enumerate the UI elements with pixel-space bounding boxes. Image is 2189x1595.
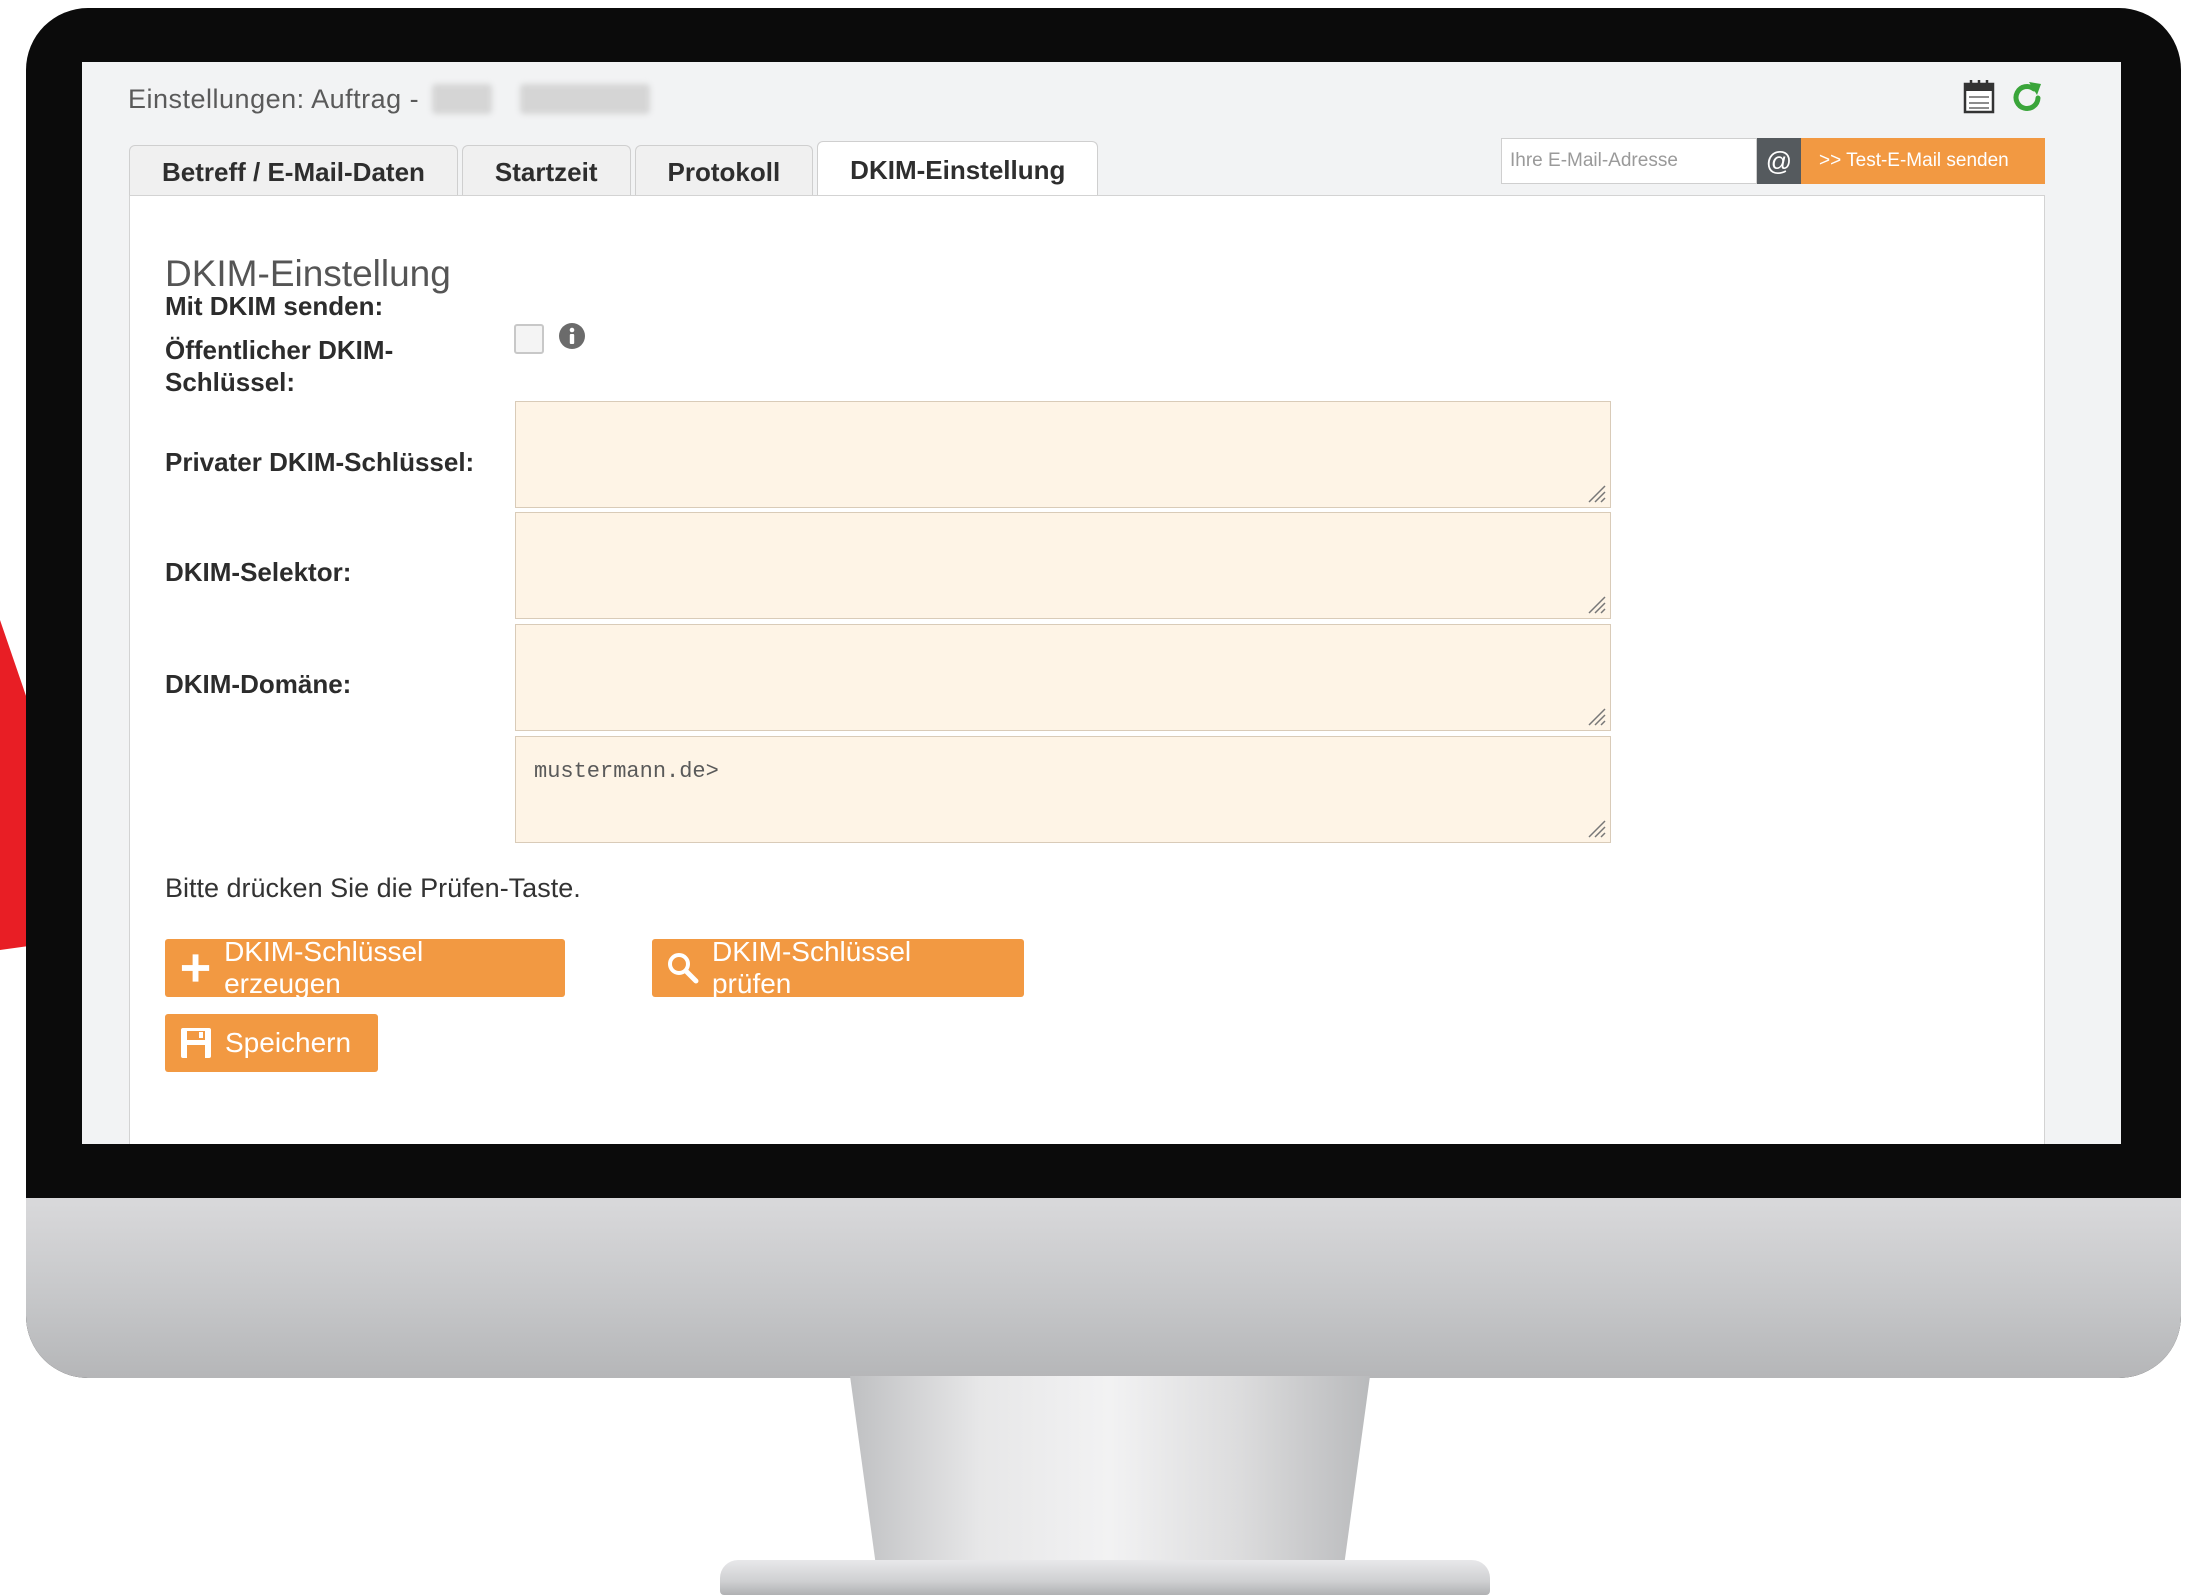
check-dkim-key-button[interactable]: DKIM-Schlüssel prüfen [652, 936, 1024, 999]
monitor-stand [850, 1376, 1370, 1566]
private-key-textarea[interactable] [515, 512, 1611, 619]
page-title: Einstellungen: Auftrag - [128, 84, 420, 114]
tab-subject-email-data[interactable]: Betreff / E-Mail-Daten [129, 145, 458, 199]
redacted-order-name [520, 84, 650, 114]
send-test-email-button[interactable]: >> Test-E-Mail senden [1801, 138, 2045, 184]
info-icon[interactable] [558, 322, 586, 350]
resize-grip-icon[interactable] [1585, 817, 1607, 839]
domain-value: mustermann.de> [534, 759, 719, 784]
app-screen: Einstellungen: Auftrag - Betreff / E-Mai… [82, 62, 2121, 1144]
top-icons [1963, 78, 2045, 119]
public-key-label: Öffentlicher DKIM- Schlüssel: [165, 335, 394, 397]
selector-label: DKIM-Selektor: [165, 557, 352, 587]
test-email-input[interactable] [1502, 139, 1756, 183]
send-with-dkim-label: Mit DKIM senden: [165, 291, 384, 321]
monitor-stand-base [720, 1560, 1490, 1595]
tab-protocol[interactable]: Protokoll [634, 145, 814, 199]
resize-grip-icon[interactable] [1585, 705, 1607, 727]
public-key-textarea[interactable] [515, 401, 1611, 508]
at-icon: @ [1757, 138, 1801, 184]
plus-icon [181, 954, 210, 982]
section-title: DKIM-Einstellung [165, 253, 451, 294]
dkim-settings-panel: DKIM-Einstellung Mit DKIM senden: Öffent… [129, 195, 2045, 1144]
domain-textarea[interactable]: mustermann.de> [515, 736, 1611, 843]
monitor-chin [26, 1198, 2181, 1378]
resize-grip-icon[interactable] [1585, 482, 1607, 504]
selector-textarea[interactable] [515, 624, 1611, 731]
generate-dkim-key-button[interactable]: DKIM-Schlüssel erzeugen [165, 936, 565, 999]
domain-label: DKIM-Domäne: [165, 669, 352, 699]
calendar-icon[interactable] [1963, 78, 1995, 119]
refresh-icon[interactable] [2011, 78, 2045, 119]
tab-dkim-settings[interactable]: DKIM-Einstellung [817, 141, 1099, 199]
resize-grip-icon[interactable] [1585, 593, 1607, 615]
save-button[interactable]: Speichern [165, 1014, 378, 1072]
hint-text: Bitte drücken Sie die Prüfen-Taste. [165, 873, 581, 903]
floppy-disk-icon [181, 1028, 211, 1058]
private-key-label: Privater DKIM-Schlüssel: [165, 447, 475, 477]
tab-start-time[interactable]: Startzeit [461, 145, 631, 199]
tab-bar: Betreff / E-Mail-Daten Startzeit Protoko… [129, 141, 1099, 199]
search-icon [667, 953, 699, 984]
redacted-order-id [432, 84, 492, 114]
send-with-dkim-checkbox[interactable] [514, 324, 544, 354]
test-email-field-wrapper [1501, 138, 1757, 184]
